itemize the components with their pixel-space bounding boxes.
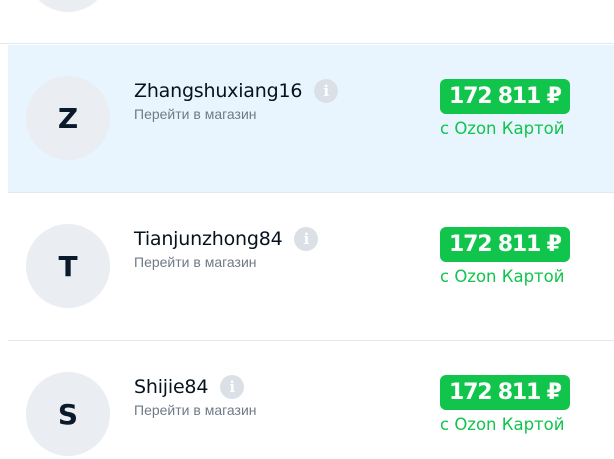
seller-name[interactable]: Zhangshuxiang16 [134,80,302,102]
info-icon[interactable]: i [220,375,245,399]
price-block: 172 811 ₽ с Ozon Картой [440,79,590,138]
price-block: 172 811 ₽ с Ozon Картой [440,227,590,286]
seller-avatar [26,0,110,12]
seller-row[interactable]: Z Zhangshuxiang16 i Перейти в магазин 17… [8,45,614,193]
seller-name[interactable]: Tianjunzhong84 [134,228,283,250]
info-icon[interactable]: i [314,79,339,103]
seller-row-partial [0,0,614,44]
go-to-store-link[interactable]: Перейти в магазин [134,254,318,270]
seller-name-line: Zhangshuxiang16 i [134,78,339,104]
seller-row[interactable]: S Shijie84 i Перейти в магазин 172 811 ₽… [8,341,614,459]
price-block: 172 811 ₽ с Ozon Картой [440,375,590,434]
seller-info: Zhangshuxiang16 i Перейти в магазин [134,78,339,122]
ozon-card-caption: с Ozon Картой [440,415,565,434]
seller-name-line: Shijie84 i [134,374,257,400]
seller-avatar[interactable]: T [26,224,110,308]
price-badge: 172 811 ₽ [440,79,570,114]
seller-info: Shijie84 i Перейти в магазин [134,374,257,418]
go-to-store-link[interactable]: Перейти в магазин [134,402,257,418]
ozon-card-caption: с Ozon Картой [440,267,565,286]
seller-row[interactable]: T Tianjunzhong84 i Перейти в магазин 172… [8,193,614,341]
seller-list: Z Zhangshuxiang16 i Перейти в магазин 17… [0,0,614,459]
info-icon[interactable]: i [294,227,319,251]
seller-name-line: Tianjunzhong84 i [134,226,319,252]
ozon-card-caption: с Ozon Картой [440,119,565,138]
seller-avatar[interactable]: Z [26,76,110,160]
price-badge: 172 811 ₽ [440,227,570,262]
seller-name[interactable]: Shijie84 [134,376,208,398]
seller-info: Tianjunzhong84 i Перейти в магазин [134,226,319,270]
seller-avatar[interactable]: S [26,372,110,456]
go-to-store-link[interactable]: Перейти в магазин [134,106,338,122]
price-badge: 172 811 ₽ [440,375,570,410]
